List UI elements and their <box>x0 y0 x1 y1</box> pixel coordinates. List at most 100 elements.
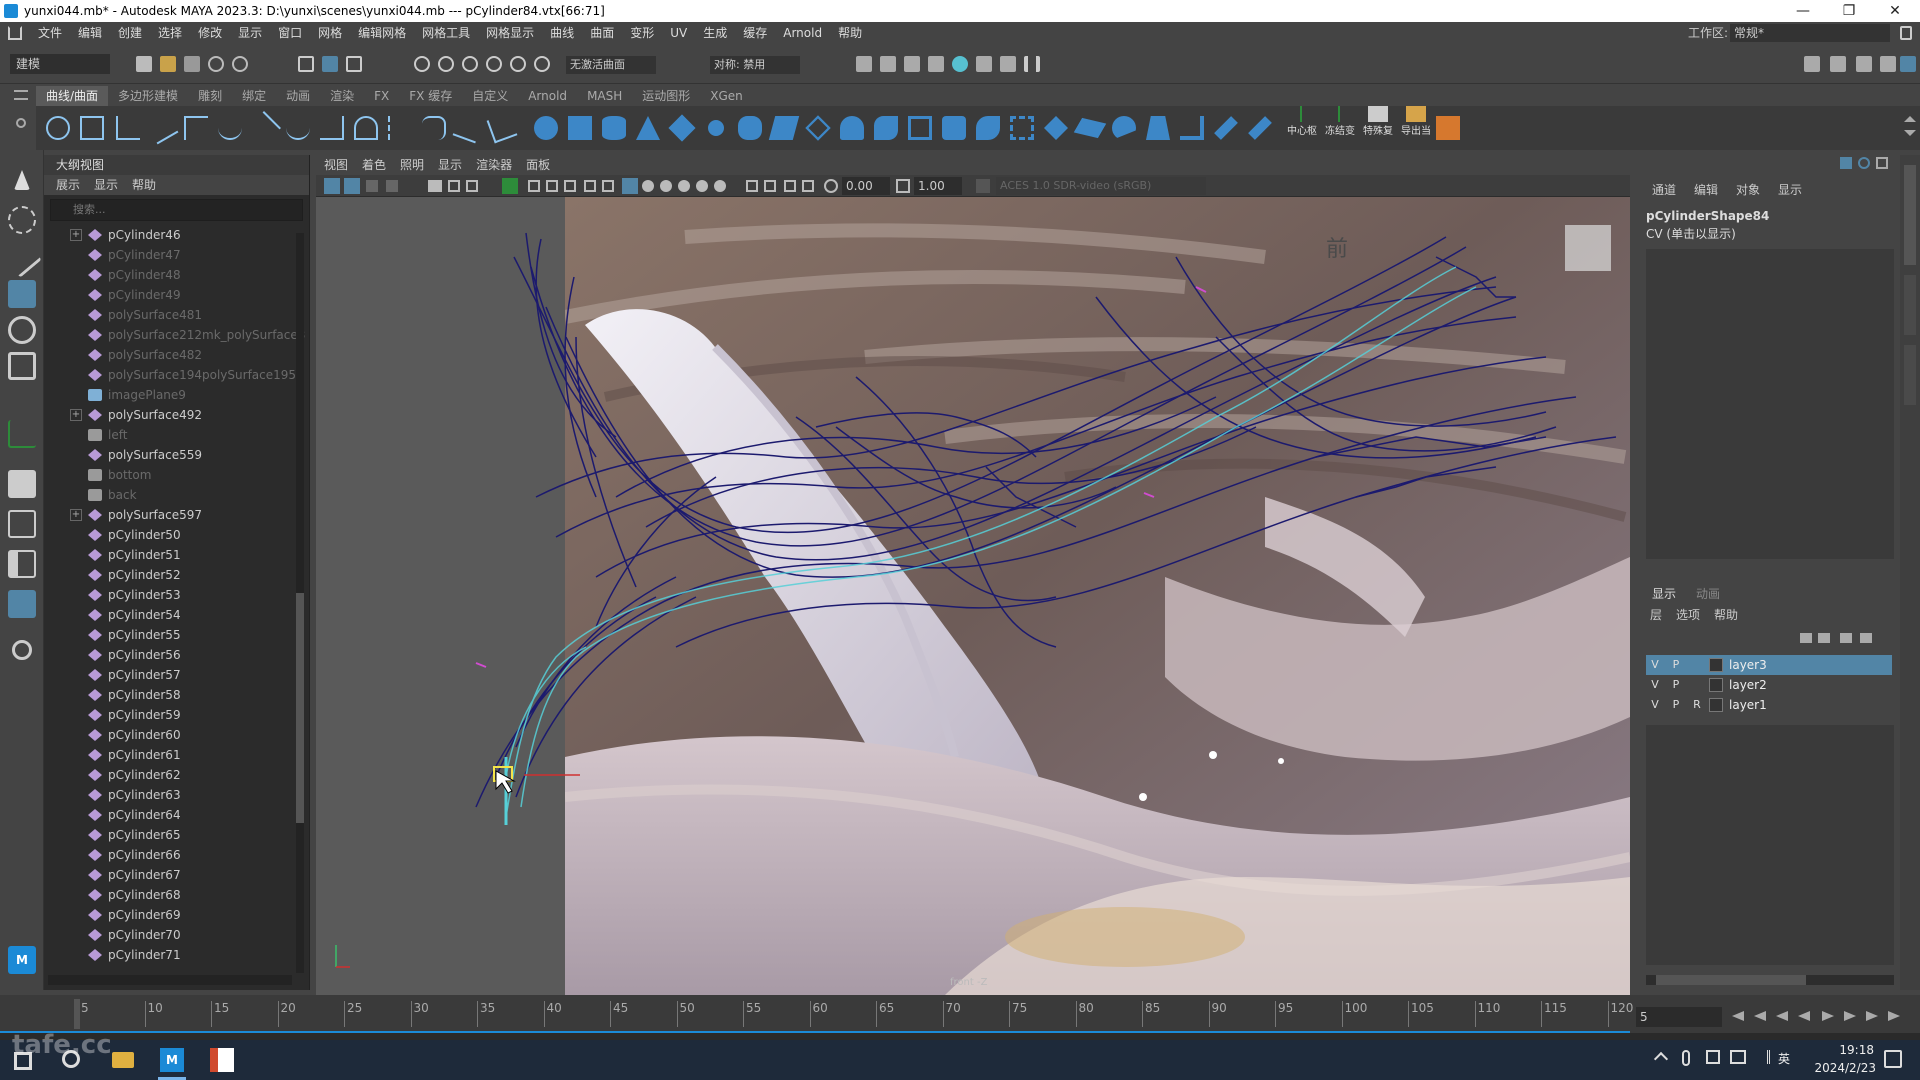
trim-tool-icon[interactable] <box>1074 112 1107 145</box>
outliner-item[interactable]: pCylinder70 <box>44 925 309 945</box>
volume-icon[interactable] <box>1756 1050 1770 1064</box>
loft-icon[interactable] <box>768 116 800 140</box>
nurbs-square-icon[interactable] <box>80 116 104 140</box>
outliner-item[interactable]: pCylinder59 <box>44 705 309 725</box>
time-ruler[interactable]: 5 10 15 20 25 30 35 40 45 50 55 60 65 70 75 80 85 90 95 100… <box>0 995 1633 1033</box>
outliner-scroll-thumb[interactable] <box>296 593 304 823</box>
outliner-item[interactable]: pCylinder61 <box>44 745 309 765</box>
extend-curve-icon[interactable] <box>422 116 446 140</box>
film-gate-icon[interactable] <box>448 180 460 192</box>
layer-r-toggle[interactable] <box>1688 657 1706 673</box>
anti-alias-icon[interactable] <box>696 180 708 192</box>
nurbs-circle-icon[interactable] <box>46 116 70 140</box>
tab-fx-caching[interactable]: FX 缓存 <box>399 86 462 106</box>
light-editor-icon[interactable] <box>1000 56 1016 72</box>
image-plane-icon[interactable] <box>386 180 398 192</box>
file-explorer-icon[interactable] <box>112 1052 134 1068</box>
outliner-item[interactable]: pCylinder71 <box>44 945 309 965</box>
redo-icon[interactable] <box>232 56 248 72</box>
select-by-hierarchy-icon[interactable] <box>298 56 314 72</box>
layer-row[interactable]: V Player2 <box>1646 675 1892 695</box>
select-by-component-icon[interactable] <box>322 56 338 72</box>
paint-select-icon[interactable] <box>2 238 42 278</box>
step-forward-frame-icon[interactable] <box>1844 1011 1856 1021</box>
shaded-wireframe-icon[interactable] <box>564 180 576 192</box>
menu-curves[interactable]: 曲线 <box>542 22 582 44</box>
tool-settings-toggle-icon[interactable] <box>1880 56 1896 72</box>
outliner-item[interactable]: pCylinder60 <box>44 725 309 745</box>
shadows-icon[interactable] <box>642 180 654 192</box>
view-cube-label[interactable]: 前 <box>1314 227 1360 273</box>
menu-arnold[interactable]: Arnold <box>775 22 830 44</box>
menu-uv[interactable]: UV <box>662 22 695 44</box>
outliner-item[interactable]: + pCylinder46 <box>44 225 309 245</box>
shelf-menu-icon[interactable] <box>14 90 28 100</box>
cb-tab-channels[interactable]: 通道 <box>1652 179 1676 201</box>
layer-r-toggle[interactable]: R <box>1688 697 1706 713</box>
tab-fx[interactable]: FX <box>364 86 399 106</box>
layer-v-toggle[interactable]: V <box>1646 657 1664 673</box>
outliner-menu-help[interactable]: 帮助 <box>132 175 156 195</box>
outliner-item[interactable]: pCylinder58 <box>44 685 309 705</box>
outliner-item[interactable]: pCylinder65 <box>44 825 309 845</box>
square-surface-icon[interactable] <box>976 116 1000 140</box>
outliner-item[interactable]: pCylinder50 <box>44 525 309 545</box>
outliner-item[interactable]: pCylinder67 <box>44 865 309 885</box>
extrude-icon[interactable] <box>840 116 864 140</box>
birail-icon[interactable] <box>874 116 898 140</box>
menu-mesh-display[interactable]: 网格显示 <box>478 22 542 44</box>
exposure-field[interactable]: 0.00 <box>842 177 890 195</box>
layer-hscrollbar[interactable] <box>1646 975 1894 985</box>
workspace-select[interactable]: 常规* <box>1730 24 1890 42</box>
grid-toggle-icon[interactable] <box>428 180 442 192</box>
motion-blur-icon[interactable] <box>678 180 690 192</box>
outliner-item[interactable]: pCylinder48 <box>44 265 309 285</box>
nurbs-torus-icon[interactable] <box>704 116 728 140</box>
layer-menu-layers[interactable]: 层 <box>1650 605 1662 625</box>
viewport-menu-view[interactable]: 视图 <box>324 155 348 175</box>
select-camera-icon[interactable] <box>324 178 340 194</box>
shelf-settings-icon[interactable] <box>16 118 26 128</box>
outliner-item[interactable]: pCylinder57 <box>44 665 309 685</box>
outliner-menu-display[interactable]: 显示 <box>94 175 118 195</box>
tab-custom[interactable]: 自定义 <box>462 86 518 106</box>
pencil-curve-icon[interactable] <box>218 116 242 140</box>
nurbs-cube-icon[interactable] <box>568 116 592 140</box>
xray-active-icon[interactable] <box>784 180 796 192</box>
outliner-item[interactable]: pCylinder68 <box>44 885 309 905</box>
live-surface-field[interactable]: 无激活曲面 <box>566 56 656 74</box>
bezier-curve-icon[interactable] <box>184 116 208 140</box>
outliner-item[interactable]: pCylinder69 <box>44 905 309 925</box>
isolate-select-icon[interactable] <box>502 178 518 194</box>
attribute-editor-vertical-tab[interactable] <box>1904 275 1916 335</box>
intersect-surface-icon[interactable] <box>1044 116 1068 140</box>
open-close-surface-icon[interactable] <box>1214 116 1238 140</box>
character-controls-icon[interactable] <box>1830 56 1846 72</box>
shelf-export-selection[interactable]: 导出当 <box>1398 106 1434 137</box>
shelf-duplicate-special[interactable]: 特殊复 <box>1360 106 1396 137</box>
project-curve-icon[interactable] <box>1010 116 1034 140</box>
move-layer-down-icon[interactable] <box>1818 633 1830 643</box>
shelf-freeze-transform[interactable]: 冻结变 <box>1322 106 1358 137</box>
network-icon[interactable] <box>1730 1050 1746 1064</box>
outliner-item[interactable]: pCylinder51 <box>44 545 309 565</box>
nurbs-sphere-icon[interactable] <box>534 116 558 140</box>
move-layer-up-icon[interactable] <box>1800 633 1812 643</box>
colorspace-select[interactable]: ACES 1.0 SDR-video (sRGB) <box>996 177 1206 195</box>
microphone-icon[interactable] <box>1682 1050 1690 1066</box>
bevel-plus-icon[interactable] <box>908 116 932 140</box>
outliner-item[interactable]: pCylinder66 <box>44 845 309 865</box>
isolate-view-icon[interactable] <box>746 180 758 192</box>
maya-taskbar-icon[interactable]: M <box>160 1048 184 1072</box>
menu-display[interactable]: 显示 <box>230 22 270 44</box>
nurbs-plane-icon[interactable] <box>668 114 696 142</box>
shelf-scroll-down-icon[interactable] <box>1904 130 1916 142</box>
open-scene-icon[interactable] <box>160 56 176 72</box>
insert-knot-icon[interactable] <box>388 116 412 140</box>
menu-file[interactable]: 文件 <box>30 22 70 44</box>
snap-pivot-icon[interactable] <box>534 56 550 72</box>
select-tool-icon[interactable] <box>14 170 30 190</box>
outliner-item[interactable]: pCylinder63 <box>44 785 309 805</box>
modeling-toolkit-vertical-tab[interactable] <box>1904 345 1916 405</box>
outliner-item[interactable]: polySurface559 <box>44 445 309 465</box>
